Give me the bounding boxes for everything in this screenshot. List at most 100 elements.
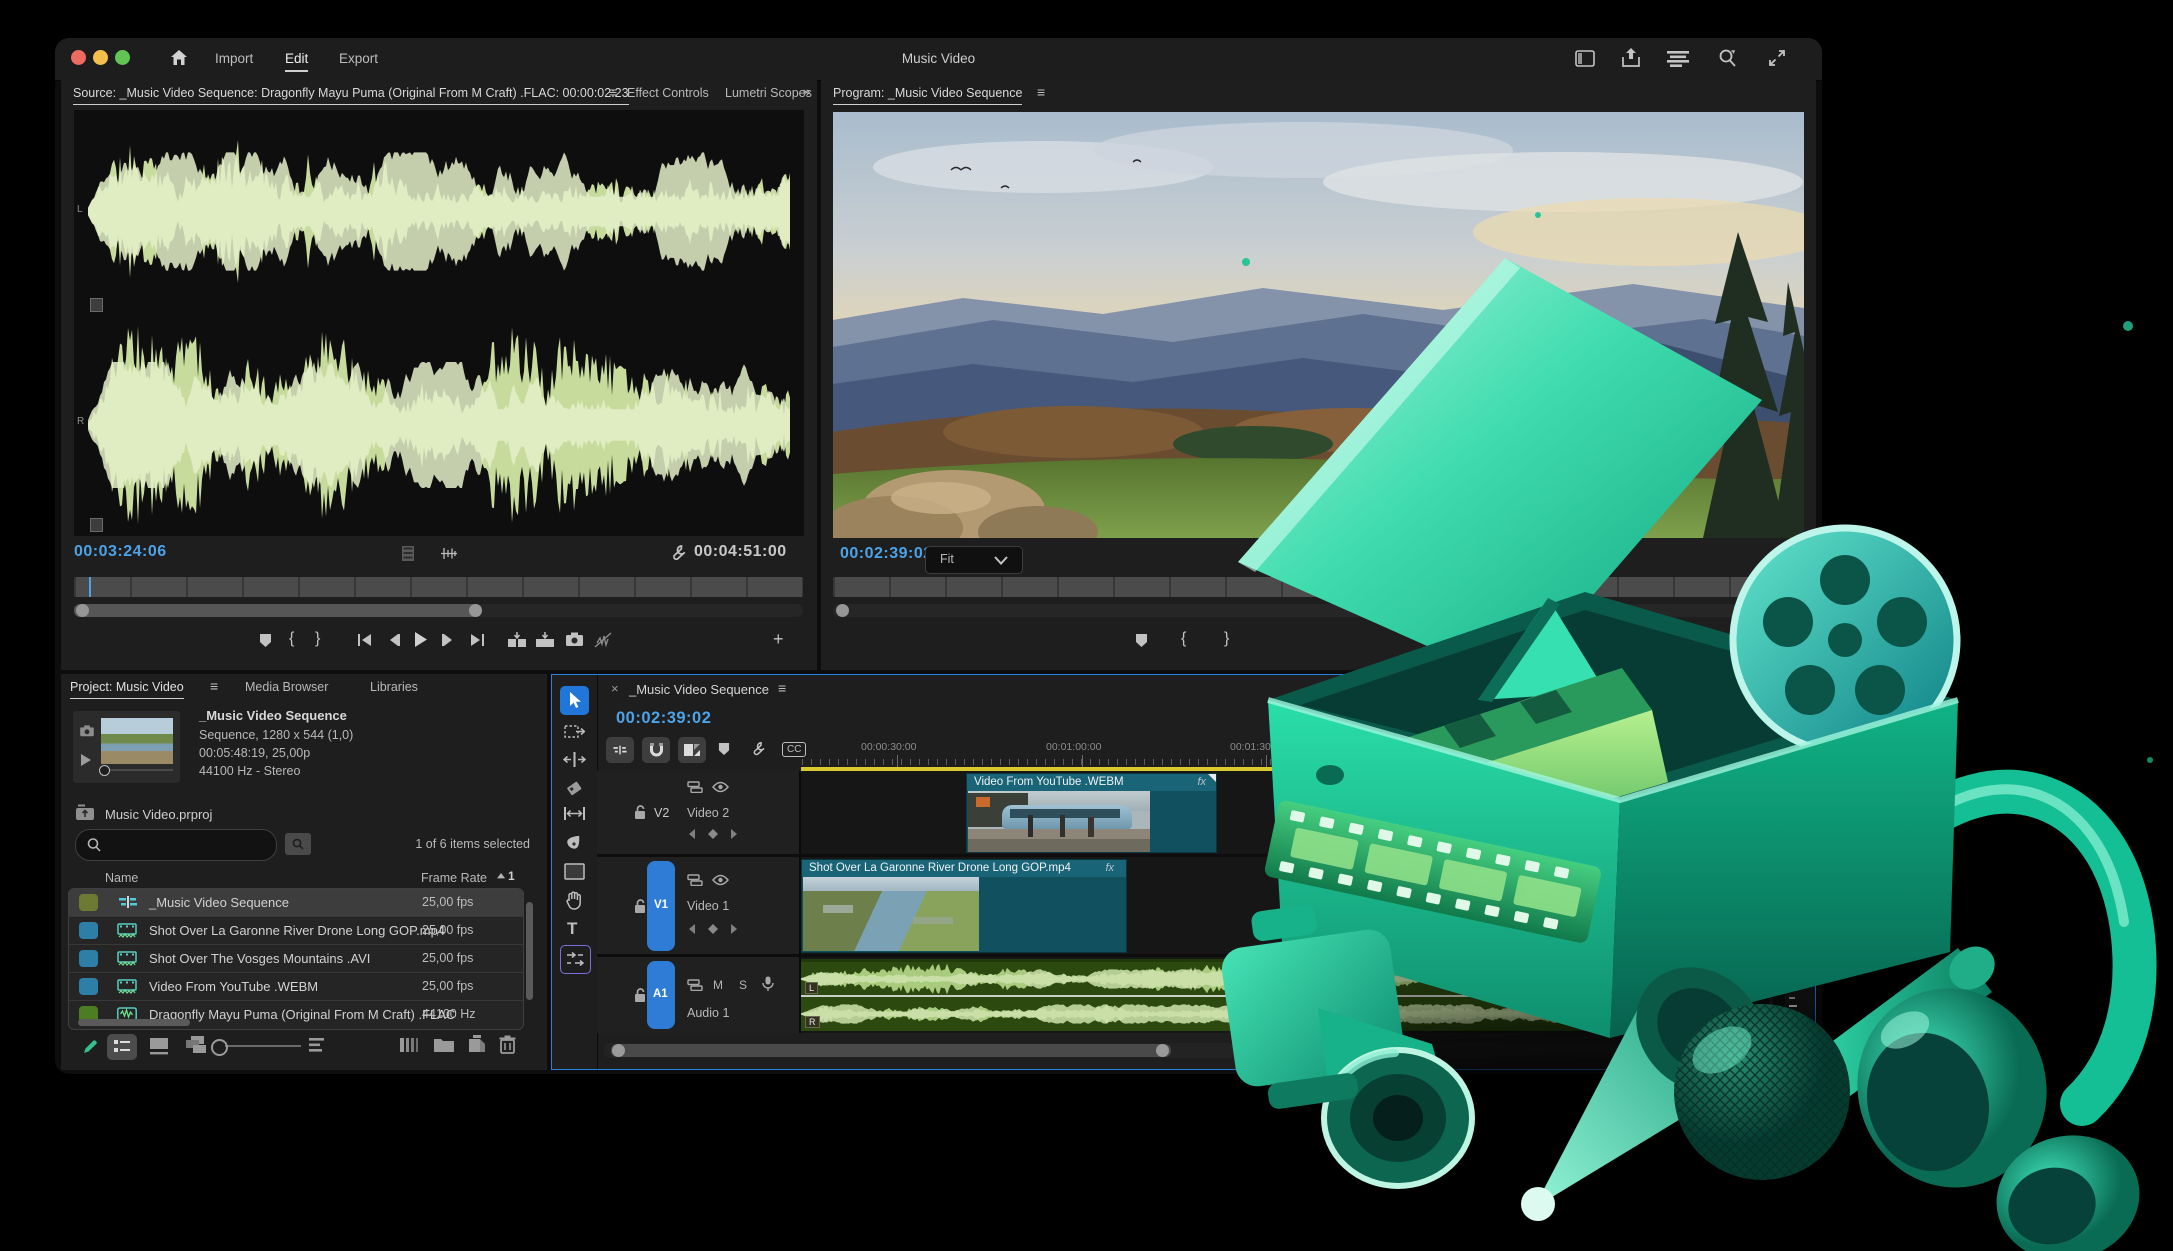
source-zoom-handle-left[interactable] [76,604,89,617]
voiceover-mic-icon[interactable] [762,976,774,992]
program-zoom-handle-left[interactable] [836,604,849,617]
tool-ripple-edit[interactable] [563,751,586,768]
source-ruler[interactable] [74,577,803,597]
panel-overflow-icon[interactable]: » [803,84,810,99]
source-panel-menu-icon[interactable]: ≡ [609,84,617,100]
project-item-row[interactable]: Shot Over The Vosges Mountains .AVI25,00… [69,944,523,972]
sequence-tab-menu-icon[interactable]: ≡ [778,680,786,696]
lock-icon[interactable] [634,988,647,1003]
traffic-light-close[interactable] [71,50,86,65]
freeform-view-button[interactable] [183,1036,207,1055]
label-color-chip[interactable] [79,922,98,939]
eye-icon[interactable] [712,874,729,886]
tab-media-browser[interactable]: Media Browser [245,680,328,694]
traffic-light-zoom[interactable] [115,50,130,65]
keyframe-nav-icons[interactable] [687,923,739,935]
item-name[interactable]: Shot Over La Garonne River Drone Long GO… [149,923,445,938]
mute-button[interactable]: M [713,978,723,992]
project-item-row[interactable]: Shot Over La Garonne River Drone Long GO… [69,916,523,944]
source-tab[interactable]: Source: _Music Video Sequence: Dragonfly… [73,86,629,105]
timeline-settings-wrench-icon[interactable] [750,741,766,757]
new-item-icon[interactable] [467,1035,486,1053]
delete-trash-icon[interactable] [499,1035,516,1054]
home-icon[interactable] [169,48,189,68]
vertical-scrollbar[interactable] [526,902,533,1000]
lock-icon[interactable] [634,899,647,914]
source-fade-handle-right[interactable] [90,518,103,532]
source-patch-icon[interactable] [687,781,703,793]
search-bin-icon[interactable] [285,833,311,855]
track-badge-v2[interactable]: V2 [654,806,669,820]
button-editor-icon[interactable]: + [773,629,784,650]
tool-razor[interactable] [565,779,583,797]
tool-type[interactable]: T [567,919,577,939]
source-fade-handle-left[interactable] [90,298,103,312]
item-name[interactable]: Video From YouTube .WEBM [149,979,318,994]
label-color-chip[interactable] [79,978,98,995]
tab-edit[interactable]: Edit [285,51,308,72]
label-color-chip[interactable] [79,894,98,911]
item-name[interactable]: Shot Over The Vosges Mountains .AVI [149,951,370,966]
timeline-marker-icon[interactable] [718,742,730,756]
program-tab[interactable]: Program: _Music Video Sequence [833,86,1022,105]
project-item-row[interactable]: _Music Video Sequence25,00 fps [69,889,523,916]
sort-options-icon[interactable] [309,1037,327,1053]
settings-wrench-icon[interactable] [669,544,687,562]
column-name[interactable]: Name [105,871,138,885]
project-tab[interactable]: Project: Music Video [70,680,184,699]
tool-hand[interactable] [565,891,583,910]
mark-in-icon[interactable]: { [289,630,294,648]
tab-import[interactable]: Import [215,51,253,66]
sequence-tab[interactable]: _Music Video Sequence [629,682,769,697]
tool-slip[interactable] [563,806,586,821]
item-name[interactable]: Dragonfly Mayu Puma (Original From M Cra… [149,1007,455,1022]
clip-v1-shot-over-la-garonne[interactable]: Shot Over La Garonne River Drone Long GO… [801,859,1127,953]
linked-selection-button[interactable] [678,737,706,763]
label-color-chip[interactable] [79,950,98,967]
source-audio-waveform-icon[interactable] [439,546,459,561]
navigate-up-icon[interactable] [75,804,95,821]
step-forward-icon[interactable] [441,633,455,647]
sort-order-badge[interactable]: 1 [508,869,515,883]
eye-icon[interactable] [712,781,729,793]
tab-export[interactable]: Export [339,51,378,66]
source-display-mode-icon[interactable] [401,545,415,562]
thumbnail-zoom-slider[interactable] [211,1042,301,1050]
program-current-timecode[interactable]: 00:02:39:02 [840,545,933,563]
preview-thumbnail[interactable] [73,711,180,783]
source-zoom-handle-right[interactable] [469,604,482,617]
zoom-level-select[interactable]: Fit [925,546,1023,574]
column-frame-rate[interactable]: Frame Rate [421,871,487,885]
goto-in-icon[interactable] [357,633,373,647]
sequence-tab-close-icon[interactable]: × [611,681,619,696]
tool-rectangle[interactable] [564,863,585,880]
project-panel-menu-icon[interactable]: ≡ [210,678,218,694]
tool-remix[interactable] [560,945,591,974]
timeline-current-timecode[interactable]: 00:02:39:02 [616,709,711,728]
traffic-light-minimize[interactable] [93,50,108,65]
step-back-icon[interactable] [387,633,401,647]
add-marker-icon[interactable] [1135,633,1148,648]
solo-button[interactable]: S [739,978,747,992]
snap-magnet-button[interactable] [642,737,670,763]
program-panel-menu-icon[interactable]: ≡ [1037,84,1045,100]
timeline-zoom-handle-left[interactable] [612,1044,625,1057]
insert-icon[interactable] [507,632,527,648]
list-view-button[interactable] [107,1034,137,1060]
overwrite-icon[interactable] [535,632,555,648]
keyframe-nav-icons[interactable] [687,828,739,840]
goto-out-icon[interactable] [469,633,485,647]
source-playhead-marker[interactable] [89,577,91,597]
search-zoom-icon[interactable] [1717,48,1738,69]
quick-export-panel-icon[interactable] [1575,50,1595,67]
icon-view-button[interactable] [149,1037,169,1055]
nest-source-button[interactable] [606,737,634,763]
workspace-menu-icon[interactable] [1667,51,1689,67]
horizontal-scrollbar[interactable] [78,1019,190,1026]
preview-scrub-handle[interactable] [99,765,110,776]
tab-lumetri-scopes[interactable]: Lumetri Scopes [725,86,812,100]
add-marker-icon[interactable] [259,633,272,648]
item-name[interactable]: _Music Video Sequence [149,895,289,910]
source-current-timecode[interactable]: 00:03:24:06 [74,543,167,561]
play-icon[interactable] [413,631,428,648]
